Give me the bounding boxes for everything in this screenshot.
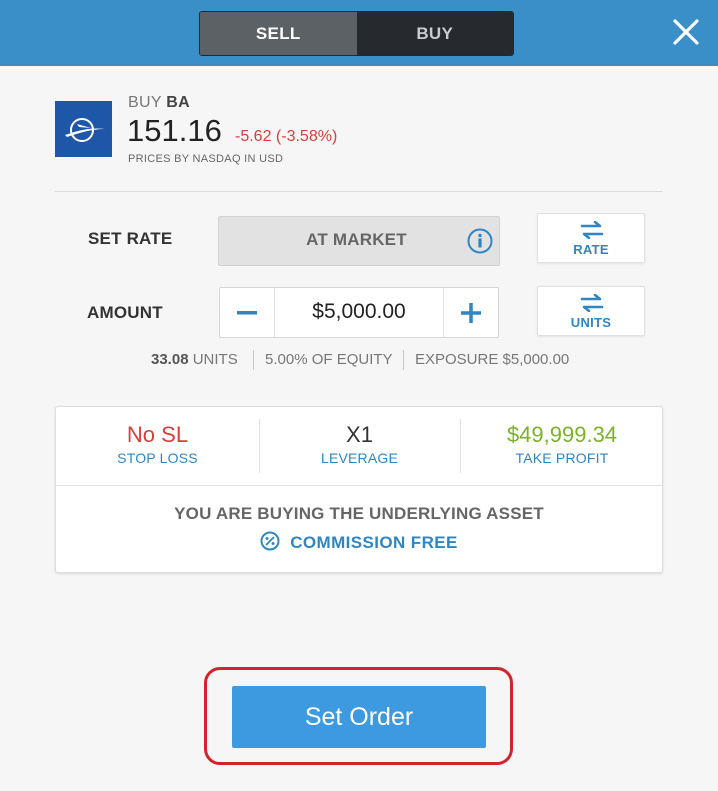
asset-price: 151.16 <box>127 113 222 148</box>
rate-value: AT MARKET <box>306 230 407 249</box>
meta-divider <box>253 350 254 370</box>
amount-label: AMOUNT <box>87 303 163 322</box>
underlying-asset-note: YOU ARE BUYING THE UNDERLYING ASSET <box>174 504 544 523</box>
increase-amount-button[interactable] <box>443 288 498 337</box>
units-label: UNITS <box>192 351 238 368</box>
leverage-value: X1 <box>346 422 373 447</box>
leverage-setting[interactable]: X1 LEVERAGE <box>259 407 460 485</box>
swap-arrows-icon <box>580 294 604 312</box>
commission-info: COMMISSION FREE <box>56 531 662 553</box>
asset-action: BUY <box>128 94 162 111</box>
take-profit-label: TAKE PROFIT <box>515 450 609 466</box>
rate-toggle-button[interactable]: RATE <box>537 213 645 263</box>
rate-field[interactable]: AT MARKET <box>218 216 500 266</box>
leverage-label: LEVERAGE <box>320 450 399 466</box>
set-order-button[interactable]: Set Order <box>232 686 486 748</box>
units-readout: 33.08 UNITS <box>151 351 238 368</box>
asset-title: BUY BA <box>128 94 190 112</box>
units-value: 33.08 <box>151 351 189 368</box>
divider <box>55 191 663 192</box>
take-profit-setting[interactable]: $49,999.34 TAKE PROFIT <box>460 407 664 485</box>
price-change: -5.62 (-3.58%) <box>235 128 338 145</box>
units-toggle-button[interactable]: UNITS <box>537 286 645 336</box>
header-bar: SELL BUY <box>0 0 718 66</box>
trade-settings-card: No SL STOP LOSS X1 LEVERAGE $49,999.34 T… <box>55 406 663 573</box>
decrease-amount-button[interactable] <box>220 288 275 337</box>
amount-input[interactable]: $5,000.00 <box>275 300 443 324</box>
boeing-logo-icon <box>55 101 112 157</box>
meta-divider <box>403 350 404 370</box>
stop-loss-label: STOP LOSS <box>117 450 198 466</box>
plus-icon <box>461 302 481 323</box>
card-divider <box>56 485 662 486</box>
sell-tab[interactable]: SELL <box>200 12 357 55</box>
equity-readout: 5.00% OF EQUITY <box>265 351 393 368</box>
stop-loss-value: No SL <box>126 422 189 447</box>
info-icon[interactable] <box>467 228 493 254</box>
swap-arrows-icon <box>580 221 604 239</box>
buy-tab[interactable]: BUY <box>356 12 513 55</box>
stop-loss-setting[interactable]: No SL STOP LOSS <box>56 407 259 485</box>
close-icon[interactable] <box>670 16 702 48</box>
commission-text: COMMISSION FREE <box>290 533 458 552</box>
take-profit-value: $49,999.34 <box>506 422 618 447</box>
price-source: PRICES BY NASDAQ IN USD <box>128 153 284 165</box>
set-rate-label: SET RATE <box>88 229 173 248</box>
commission-badge-icon <box>260 531 280 551</box>
amount-stepper: $5,000.00 <box>219 287 499 338</box>
units-toggle-label: UNITS <box>570 315 612 330</box>
exposure-readout: EXPOSURE $5,000.00 <box>415 351 570 368</box>
sell-buy-toggle: SELL BUY <box>199 11 514 56</box>
asset-symbol: BA <box>166 94 190 111</box>
minus-icon <box>237 310 257 314</box>
rate-toggle-label: RATE <box>573 242 609 257</box>
